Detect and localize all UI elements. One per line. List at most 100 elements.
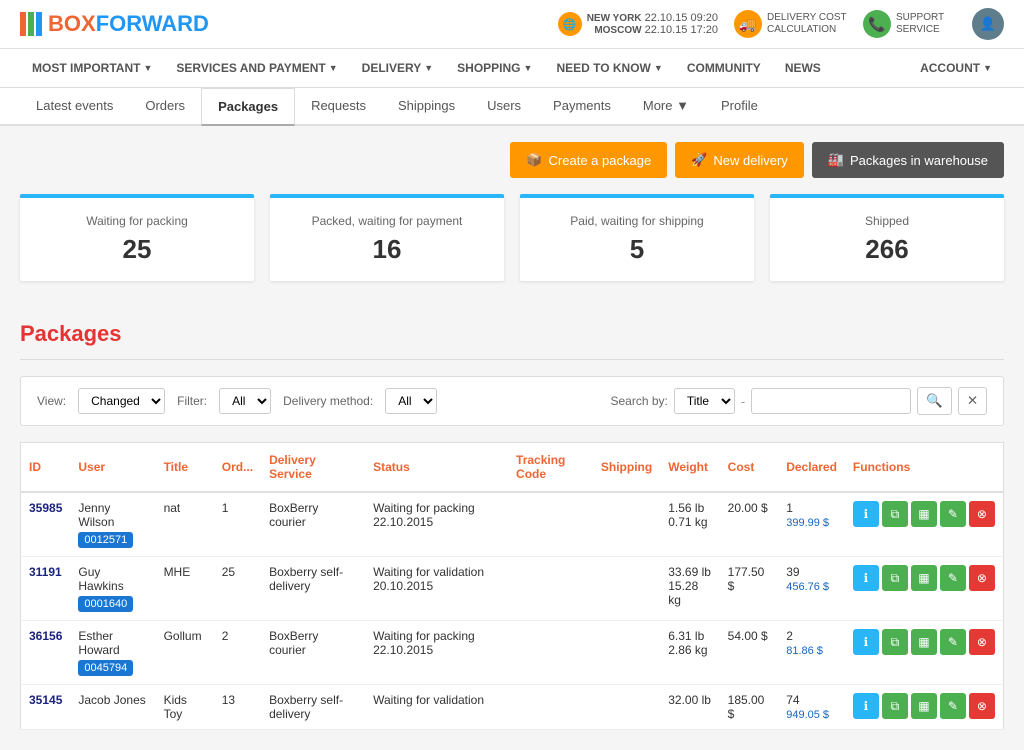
nav-bar: MOST IMPORTANT▼ SERVICES AND PAYMENT▼ DE…: [0, 49, 1024, 88]
table-button[interactable]: ▦: [911, 501, 937, 527]
filter-bar: View: Changed Filter: All Delivery metho…: [20, 376, 1004, 426]
user-badge[interactable]: 0012571: [78, 532, 133, 548]
nav-most-important[interactable]: MOST IMPORTANT▼: [20, 49, 164, 87]
search-by-label: Search by:: [611, 394, 668, 408]
cell-cost: 177.50 $: [720, 557, 779, 621]
stat-value-1: 16: [286, 234, 488, 265]
stat-label-1: Packed, waiting for payment: [286, 214, 488, 228]
cell-tracking: [508, 685, 593, 730]
delivery-cost-btn[interactable]: 🚚 DELIVERY COST CALCULATION: [734, 10, 847, 38]
create-package-button[interactable]: 📦 Create a package: [510, 142, 667, 178]
col-status: Status: [365, 443, 508, 493]
tab-packages[interactable]: Packages: [201, 88, 295, 126]
col-user: User: [70, 443, 155, 493]
copy-button[interactable]: ⧉: [882, 501, 908, 527]
cell-functions: ℹ ⧉ ▦ ✎ ⊗: [845, 621, 1004, 685]
edit-button[interactable]: ✎: [940, 565, 966, 591]
user-badge[interactable]: 0001640: [78, 596, 133, 612]
nav-news[interactable]: NEWS: [773, 49, 833, 87]
col-shipping: Shipping: [593, 443, 660, 493]
header-right: 🌐 NEW YORK 22.10.15 09:20 MOSCOW 22.10.1…: [558, 8, 1004, 40]
support-btn-label: SUPPORT SERVICE: [896, 12, 956, 36]
search-group: Search by: Title - 🔍 ✕: [611, 387, 988, 415]
search-by-select[interactable]: Title: [674, 388, 735, 414]
cell-status: Waiting for packing 22.10.2015: [365, 621, 508, 685]
delete-button[interactable]: ⊗: [969, 565, 995, 591]
clear-search-button[interactable]: ✕: [958, 387, 987, 415]
nav-services[interactable]: SERVICES AND PAYMENT▼: [164, 49, 349, 87]
time-info: NEW YORK 22.10.15 09:20 MOSCOW 22.10.15 …: [587, 12, 718, 36]
table-row: 35985 Jenny Wilson 0012571 nat 1 BoxBerr…: [21, 492, 1004, 557]
tab-orders[interactable]: Orders: [129, 88, 201, 126]
cell-functions: ℹ ⧉ ▦ ✎ ⊗: [845, 492, 1004, 557]
search-button[interactable]: 🔍: [917, 387, 952, 415]
delete-button[interactable]: ⊗: [969, 693, 995, 719]
cell-shipping: [593, 621, 660, 685]
filter-select[interactable]: All: [219, 388, 271, 414]
tab-shippings[interactable]: Shippings: [382, 88, 471, 126]
time1: 22.10.15 09:20: [645, 12, 718, 24]
cell-weight: 6.31 lb2.86 kg: [660, 621, 719, 685]
tab-payments[interactable]: Payments: [537, 88, 627, 126]
logo[interactable]: BOXFORWARD: [20, 11, 209, 37]
cell-delivery: BoxBerry courier: [261, 621, 365, 685]
new-delivery-button[interactable]: 🚀 New delivery: [675, 142, 804, 178]
copy-button[interactable]: ⧉: [882, 693, 908, 719]
logo-fwd-text: FORWARD: [96, 11, 209, 36]
stat-value-2: 5: [536, 234, 738, 265]
search-separator: -: [741, 394, 745, 409]
delivery-method-select[interactable]: All: [385, 388, 437, 414]
tab-more[interactable]: More ▼: [627, 88, 705, 126]
tab-profile[interactable]: Profile: [705, 88, 774, 126]
col-title: Title: [156, 443, 214, 493]
support-btn[interactable]: 📞 SUPPORT SERVICE: [863, 10, 956, 38]
chevron-down-icon: ▼: [329, 63, 338, 73]
page-title: Packages: [20, 321, 1004, 360]
search-input[interactable]: [751, 388, 911, 414]
cell-title: Kids Toy: [156, 685, 214, 730]
table-button[interactable]: ▦: [911, 629, 937, 655]
tab-latest-events[interactable]: Latest events: [20, 88, 129, 126]
table-row: 35145 Jacob Jones Kids Toy 13 Boxberry s…: [21, 685, 1004, 730]
cell-declared: 74 949.05 $: [778, 685, 845, 730]
delete-button[interactable]: ⊗: [969, 629, 995, 655]
user-badge[interactable]: 0045794: [78, 660, 133, 676]
packages-warehouse-button[interactable]: 🏭 Packages in warehouse: [812, 142, 1004, 178]
tab-requests[interactable]: Requests: [295, 88, 382, 126]
nav-delivery[interactable]: DELIVERY▼: [350, 49, 446, 87]
view-select[interactable]: Changed: [78, 388, 165, 414]
chevron-down-icon: ▼: [524, 63, 533, 73]
stat-paid-waiting-shipping: Paid, waiting for shipping 5: [520, 194, 754, 281]
edit-button[interactable]: ✎: [940, 629, 966, 655]
nav-account[interactable]: ACCOUNT▼: [908, 49, 1004, 87]
delete-button[interactable]: ⊗: [969, 501, 995, 527]
cell-declared: 2 81.86 $: [778, 621, 845, 685]
tabs-bar: Latest events Orders Packages Requests S…: [0, 88, 1024, 126]
cell-declared: 39 456.76 $: [778, 557, 845, 621]
copy-button[interactable]: ⧉: [882, 629, 908, 655]
table-button[interactable]: ▦: [911, 693, 937, 719]
col-cost: Cost: [720, 443, 779, 493]
delivery-icon: 🚀: [691, 152, 707, 168]
cell-shipping: [593, 557, 660, 621]
info-button[interactable]: ℹ: [853, 565, 879, 591]
cell-id: 35985: [21, 492, 71, 557]
edit-button[interactable]: ✎: [940, 693, 966, 719]
cell-user: Esther Howard 0045794: [70, 621, 155, 685]
table-button[interactable]: ▦: [911, 565, 937, 591]
cell-title: nat: [156, 492, 214, 557]
info-button[interactable]: ℹ: [853, 501, 879, 527]
user-avatar[interactable]: 👤: [972, 8, 1004, 40]
info-button[interactable]: ℹ: [853, 629, 879, 655]
stat-waiting-packing: Waiting for packing 25: [20, 194, 254, 281]
tab-users[interactable]: Users: [471, 88, 537, 126]
col-delivery: Delivery Service: [261, 443, 365, 493]
delivery-btn-label: DELIVERY COST CALCULATION: [767, 12, 847, 36]
copy-button[interactable]: ⧉: [882, 565, 908, 591]
nav-shopping[interactable]: SHOPPING▼: [445, 49, 544, 87]
info-button[interactable]: ℹ: [853, 693, 879, 719]
nav-need-to-know[interactable]: NEED TO KNOW▼: [544, 49, 674, 87]
logo-box-text: BOX: [48, 11, 96, 36]
edit-button[interactable]: ✎: [940, 501, 966, 527]
nav-community[interactable]: COMMUNITY: [675, 49, 773, 87]
